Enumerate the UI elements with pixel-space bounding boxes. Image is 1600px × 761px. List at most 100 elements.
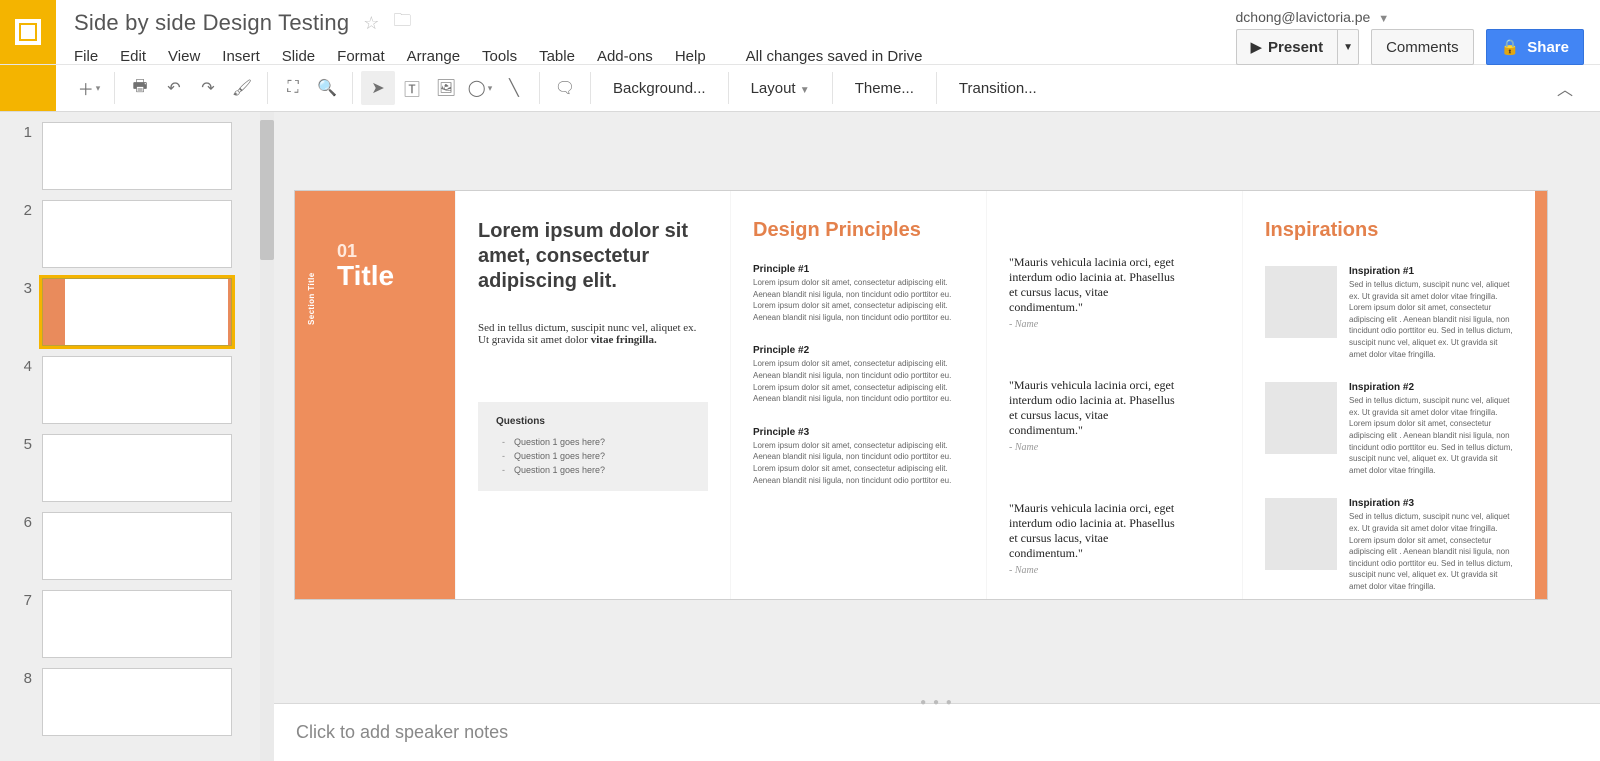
thumbs-scrollbar[interactable] (260, 112, 274, 761)
select-tool-icon[interactable]: ➤ (361, 71, 395, 105)
doc-meta: Side by side Design Testing ☆ 🗀 File Edi… (56, 0, 938, 64)
slide-right-accent (1535, 191, 1547, 599)
image-icon[interactable]: 🖼 (429, 71, 463, 105)
intro-body-text: Sed in tellus dictum, suscipit nunc vel,… (478, 322, 696, 346)
quote-item: "Mauris vehicula lacinia orci, eget inte… (1009, 501, 1179, 576)
menu-view[interactable]: View (168, 48, 200, 65)
speaker-notes[interactable]: ● ● ● Click to add speaker notes (274, 703, 1600, 761)
menu-format[interactable]: Format (337, 48, 385, 65)
slide-thumbnail[interactable] (42, 278, 232, 346)
thumb-number: 2 (18, 200, 32, 219)
question-item: Question 1 goes here? (514, 435, 690, 449)
present-label: Present (1268, 39, 1323, 56)
share-label: Share (1527, 39, 1569, 56)
slide-quotes-col: "Mauris vehicula lacinia orci, eget inte… (986, 191, 1242, 599)
thumb-row[interactable]: 7 (18, 590, 260, 658)
caret-down-icon: ▼ (1378, 13, 1389, 25)
slide-thumbnail[interactable] (42, 122, 232, 190)
logo-spacer (0, 65, 56, 111)
questions-box: Questions Question 1 goes here? Question … (478, 402, 708, 491)
thumb-row[interactable]: 2 (18, 200, 260, 268)
thumb-row[interactable]: 3 (18, 278, 260, 346)
intro-body: Sed in tellus dictum, suscipit nunc vel,… (478, 322, 708, 346)
menu-edit[interactable]: Edit (120, 48, 146, 65)
slide-canvas[interactable]: Section Title 01 Title Lorem ipsum dolor… (294, 190, 1548, 600)
slide-thumbnail[interactable] (42, 590, 232, 658)
thumb-row[interactable]: 4 (18, 356, 260, 424)
comments-label: Comments (1386, 39, 1459, 56)
account-menu[interactable]: dchong@lavictoria.pe ▼ (1236, 0, 1585, 25)
folder-icon[interactable]: 🗀 (393, 8, 411, 38)
principle-desc: Lorem ipsum dolor sit amet, consectetur … (753, 277, 964, 323)
new-slide-button[interactable]: ＋ (72, 71, 106, 105)
slide-thumbnail[interactable] (42, 200, 232, 268)
layout-button[interactable]: Layout ▼ (737, 80, 824, 97)
thumb-row[interactable]: 1 (18, 122, 260, 190)
thumb-row[interactable]: 6 (18, 512, 260, 580)
transition-button[interactable]: Transition... (945, 80, 1051, 97)
inspiration-thumb (1265, 382, 1337, 454)
share-button[interactable]: 🔒 Share (1486, 29, 1584, 65)
menu-addons[interactable]: Add-ons (597, 48, 653, 65)
principle-title: Principle #2 (753, 345, 964, 356)
thumb-number: 5 (18, 434, 32, 453)
inspiration-desc: Sed in tellus dictum, suscipit nunc vel,… (1349, 511, 1513, 592)
canvas-area: Section Title 01 Title Lorem ipsum dolor… (274, 112, 1600, 761)
present-dropdown[interactable]: ▼ (1337, 29, 1359, 65)
principles-heading: Design Principles (753, 219, 964, 242)
undo-icon[interactable]: ↶ (157, 71, 191, 105)
workspace: 1 2 3 4 5 6 7 8 Section Title 01 Title Lorem ip… (0, 112, 1600, 761)
questions-heading: Questions (496, 416, 690, 427)
slide-thumbnails: 1 2 3 4 5 6 7 8 (0, 112, 260, 761)
shape-icon[interactable]: ◯ (463, 71, 497, 105)
slide-section-bar: Section Title 01 Title (295, 191, 455, 599)
quote-item: "Mauris vehicula lacinia orci, eget inte… (1009, 378, 1179, 453)
paint-format-icon[interactable]: 🖌 (225, 71, 259, 105)
menu-help[interactable]: Help (675, 48, 706, 65)
star-icon[interactable]: ☆ (363, 13, 379, 34)
collapse-toolbar-icon[interactable]: ︿ (1548, 71, 1582, 105)
present-button[interactable]: ▶ Present (1236, 29, 1338, 65)
theme-button[interactable]: Theme... (841, 80, 928, 97)
menu-slide[interactable]: Slide (282, 48, 315, 65)
slide-intro-col: Lorem ipsum dolor sit amet, consectetur … (455, 191, 730, 599)
menu-arrange[interactable]: Arrange (407, 48, 460, 65)
thumb-row[interactable]: 8 (18, 668, 260, 736)
background-button[interactable]: Background... (599, 80, 720, 97)
slide-inspirations-col: Inspirations Inspiration #1Sed in tellus… (1242, 191, 1535, 599)
slides-logo[interactable] (0, 0, 56, 64)
line-icon[interactable]: ╲ (497, 71, 531, 105)
menu-tools[interactable]: Tools (482, 48, 517, 65)
inspiration-item: Inspiration #2Sed in tellus dictum, susc… (1265, 382, 1513, 476)
principle-title: Principle #1 (753, 264, 964, 275)
question-item: Question 1 goes here? (514, 463, 690, 477)
slide-number: 01 (337, 241, 441, 262)
caret-down-icon: ▼ (1343, 42, 1353, 53)
quote-attrib: - Name (1009, 442, 1179, 453)
slide-thumbnail[interactable] (42, 356, 232, 424)
layout-label: Layout (751, 80, 796, 97)
zoom-fit-icon[interactable]: ⛶ (276, 71, 310, 105)
comments-button[interactable]: Comments (1371, 29, 1474, 65)
thumb-number: 3 (18, 278, 32, 297)
print-icon[interactable]: 🖶 (123, 71, 157, 105)
redo-icon[interactable]: ↷ (191, 71, 225, 105)
doc-title[interactable]: Side by side Design Testing (74, 10, 349, 36)
intro-heading: Lorem ipsum dolor sit amet, consectetur … (478, 219, 708, 294)
zoom-icon[interactable]: 🔍 (310, 71, 344, 105)
comment-icon[interactable]: 🗨 (548, 71, 582, 105)
intro-body-bold: vitae fringilla. (591, 334, 657, 346)
menu-table[interactable]: Table (539, 48, 575, 65)
play-icon: ▶ (1251, 38, 1263, 56)
slide-thumbnail[interactable] (42, 512, 232, 580)
inspiration-title: Inspiration #2 (1349, 382, 1513, 393)
slide-thumbnail[interactable] (42, 668, 232, 736)
caret-down-icon: ▼ (800, 85, 810, 96)
menu-file[interactable]: File (74, 48, 98, 65)
thumb-row[interactable]: 5 (18, 434, 260, 502)
quote-text: "Mauris vehicula lacinia orci, eget inte… (1009, 255, 1179, 315)
textbox-icon[interactable]: 🅃 (395, 71, 429, 105)
slide-thumbnail[interactable] (42, 434, 232, 502)
notes-drag-handle[interactable]: ● ● ● (920, 697, 954, 708)
menu-insert[interactable]: Insert (222, 48, 260, 65)
